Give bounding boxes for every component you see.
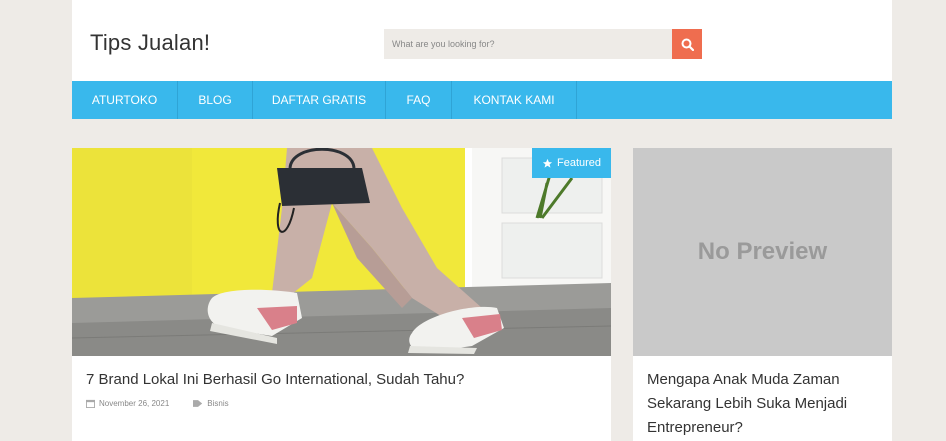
calendar-icon [86,399,95,408]
search-icon [681,38,694,51]
tag-icon [193,400,203,407]
featured-post-card: Featured 7 Brand Lokal Ini Berhasil Go I… [72,148,611,441]
star-icon [542,158,553,168]
nav-item-aturtoko[interactable]: ATURTOKO [72,81,178,119]
side-post-title[interactable]: Mengapa Anak Muda Zaman Sekarang Lebih S… [647,368,882,440]
featured-badge-label: Featured [556,157,602,169]
nav-item-kontak-kami[interactable]: KONTAK KAMI [452,81,577,119]
post-category-text: Bisnis [207,399,229,408]
featured-post-image[interactable]: Featured [72,148,611,356]
search-button[interactable] [672,29,702,59]
post-category[interactable]: Bisnis [193,399,229,408]
page-container: Tips Jualan! ATURTOKO BLOG DAFTAR GRATIS… [72,0,892,441]
side-post-card: No Preview Mengapa Anak Muda Zaman Sekar… [633,148,892,441]
nav-item-daftar-gratis[interactable]: DAFTAR GRATIS [253,81,386,119]
featured-badge: Featured [532,148,611,178]
post-date: November 26, 2021 [86,399,169,408]
post-meta: November 26, 2021 Bisnis [86,399,253,408]
page-margin [892,0,946,441]
post-photo [72,148,611,356]
post-date-text: November 26, 2021 [99,399,170,408]
search-input[interactable] [384,29,672,59]
main-nav: ATURTOKO BLOG DAFTAR GRATIS FAQ KONTAK K… [72,81,892,119]
featured-post-title[interactable]: 7 Brand Lokal Ini Berhasil Go Internatio… [86,371,596,388]
site-title[interactable]: Tips Jualan! [90,30,210,56]
site-header: Tips Jualan! [72,0,892,81]
search-form [384,29,702,59]
side-post-image-placeholder[interactable]: No Preview [633,148,892,356]
nav-item-faq[interactable]: FAQ [386,81,452,119]
nav-item-blog[interactable]: BLOG [178,81,253,119]
